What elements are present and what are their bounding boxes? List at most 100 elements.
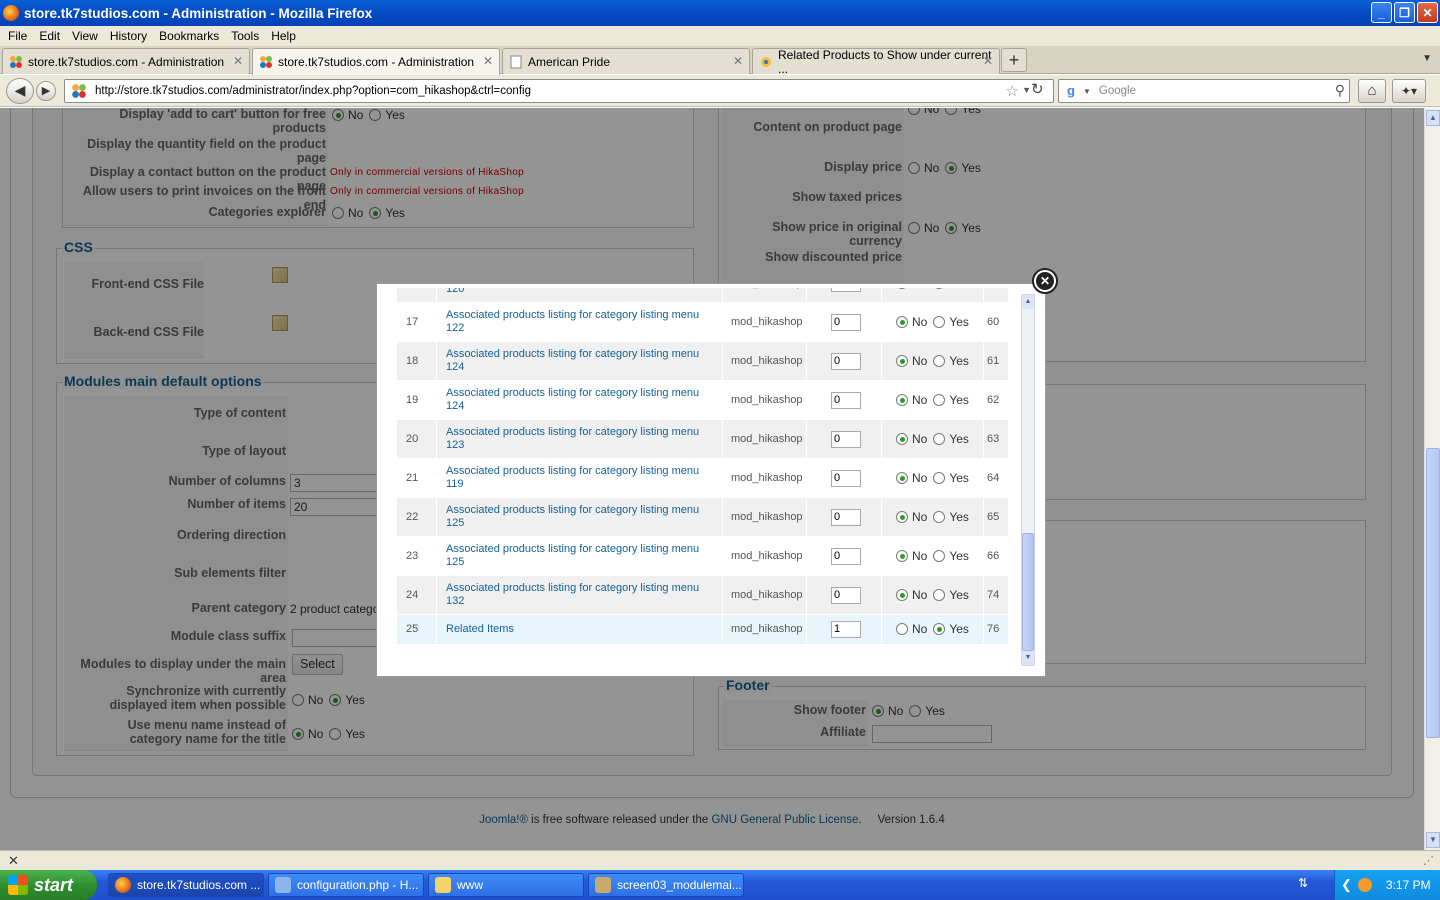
back-button[interactable]: ◀ — [6, 78, 34, 104]
radio-yes[interactable] — [933, 394, 946, 406]
google-icon[interactable]: g — [1063, 83, 1079, 99]
menu-bookmarks[interactable]: Bookmarks — [159, 29, 219, 43]
radio-yes[interactable] — [933, 511, 946, 523]
tab-list-dropdown-icon[interactable]: ▼ — [1422, 53, 1432, 64]
table-row[interactable]: 21 Associated products listing for catego… — [397, 459, 1009, 498]
radio-no[interactable] — [896, 316, 908, 328]
url-bar[interactable]: http://store.tk7studios.com/administrato… — [64, 79, 1054, 103]
scroll-up-icon[interactable]: ▲ — [1426, 110, 1440, 126]
tray-app-icon[interactable] — [1357, 878, 1372, 892]
menu-tools[interactable]: Tools — [231, 29, 259, 43]
radio-no[interactable] — [896, 394, 908, 406]
scroll-up-icon[interactable]: ▲ — [1022, 295, 1034, 309]
close-addon-bar-icon[interactable]: ✕ — [8, 853, 19, 869]
radio-no[interactable] — [896, 589, 908, 601]
scroll-thumb[interactable] — [1426, 448, 1440, 738]
table-row[interactable]: 23 Associated products listing for catego… — [397, 537, 1009, 576]
module-name-link[interactable]: Associated products listing for category… — [437, 576, 723, 614]
tray-expand-icon[interactable]: ❮ — [1341, 877, 1352, 893]
tab-american-pride[interactable]: American Pride ✕ — [502, 48, 750, 74]
module-name-link[interactable]: Associated products listing for category… — [437, 288, 723, 302]
module-name-link[interactable]: Associated products listing for category… — [437, 342, 723, 380]
close-tab-icon[interactable]: ✕ — [483, 54, 493, 68]
start-button[interactable]: start — [0, 870, 97, 900]
ordering-input[interactable]: 0 — [831, 430, 861, 448]
ordering-input[interactable]: 0 — [831, 508, 861, 526]
bookmark-star-icon[interactable]: ☆ — [1006, 82, 1019, 100]
radio-yes[interactable] — [933, 472, 946, 484]
ordering-input[interactable]: 0 — [831, 352, 861, 370]
table-row[interactable]: 19 Associated products listing for catego… — [397, 381, 1009, 420]
radio-no[interactable] — [896, 433, 908, 445]
module-name-link[interactable]: Associated products listing for category… — [437, 537, 723, 575]
radio-yes[interactable] — [933, 288, 946, 289]
tab-admin-1[interactable]: store.tk7studios.com - Administration ✕ — [2, 48, 250, 74]
scroll-down-icon[interactable]: ▼ — [1022, 651, 1034, 665]
resize-grip-icon[interactable]: ⋰ — [1423, 854, 1434, 867]
radio-yes[interactable] — [933, 589, 946, 601]
taskbar-item-screenshot[interactable]: screen03_modulemai... — [588, 873, 744, 897]
close-tab-icon[interactable]: ✕ — [733, 54, 743, 68]
menu-history[interactable]: History — [110, 29, 147, 43]
table-row[interactable]: 16Associated products listing for catego… — [397, 288, 1009, 303]
close-window-button[interactable]: ✕ — [1417, 2, 1438, 23]
close-tab-icon[interactable]: ✕ — [233, 54, 243, 68]
page-scrollbar[interactable]: ▲ ▼ — [1424, 108, 1440, 850]
module-name-link[interactable]: Associated products listing for category… — [437, 498, 723, 536]
tab-related-products[interactable]: Related Products to Show under current .… — [752, 48, 1000, 76]
radio-no[interactable] — [896, 550, 908, 562]
table-row[interactable]: 17 Associated products listing for catego… — [397, 303, 1009, 342]
taskbar-item-www[interactable]: www — [428, 873, 584, 897]
radio-no[interactable] — [896, 472, 908, 484]
tab-admin-2[interactable]: store.tk7studios.com - Administration ✕ — [252, 48, 500, 75]
ordering-input[interactable]: 1 — [831, 620, 861, 638]
radio-no[interactable] — [896, 355, 908, 367]
ordering-input[interactable]: 0 — [831, 586, 861, 604]
ordering-input[interactable]: 0 — [831, 288, 861, 292]
search-icon[interactable]: ⚲ — [1335, 82, 1345, 99]
addon-icon[interactable]: ✦▾ — [1392, 79, 1426, 103]
radio-no[interactable] — [896, 623, 908, 635]
url-dropdown-icon[interactable]: ▼ — [1022, 85, 1031, 95]
menu-view[interactable]: View — [72, 29, 98, 43]
radio-yes[interactable] — [933, 433, 946, 445]
table-row[interactable]: 20 Associated products listing for catego… — [397, 420, 1009, 459]
table-row[interactable]: 24 Associated products listing for catego… — [397, 576, 1009, 615]
close-tab-icon[interactable]: ✕ — [983, 54, 993, 68]
taskbar-item-configuration[interactable]: configuration.php - H... — [268, 873, 424, 897]
radio-yes[interactable] — [933, 550, 946, 562]
scroll-thumb[interactable] — [1022, 533, 1034, 651]
modal-close-button[interactable]: ✕ — [1032, 268, 1058, 294]
table-row[interactable]: 18 Associated products listing for catego… — [397, 342, 1009, 381]
radio-yes[interactable] — [933, 623, 946, 635]
scroll-down-icon[interactable]: ▼ — [1426, 832, 1440, 848]
reload-icon[interactable]: ↻ — [1031, 80, 1044, 98]
menu-file[interactable]: File — [8, 29, 27, 43]
ordering-input[interactable]: 0 — [831, 313, 861, 331]
module-name-link[interactable]: Related Items — [437, 615, 723, 643]
ordering-input[interactable]: 0 — [831, 391, 861, 409]
ordering-input[interactable]: 0 — [831, 547, 861, 565]
module-name-link[interactable]: Associated products listing for category… — [437, 420, 723, 458]
search-input[interactable]: g ▼ Google ⚲ — [1058, 79, 1350, 103]
radio-no[interactable] — [896, 511, 908, 523]
forward-button[interactable]: ▶ — [36, 81, 56, 101]
radio-yes[interactable] — [933, 316, 946, 328]
search-engine-dropdown-icon[interactable]: ▼ — [1083, 87, 1091, 96]
minimize-button[interactable]: _ — [1371, 2, 1392, 23]
radio-yes[interactable] — [933, 355, 946, 367]
table-row[interactable]: 22 Associated products listing for catego… — [397, 498, 1009, 537]
modal-scrollbar[interactable]: ▲ ▼ — [1021, 294, 1035, 666]
module-name-link[interactable]: Associated products listing for category… — [437, 303, 723, 341]
module-name-link[interactable]: Associated products listing for category… — [437, 459, 723, 497]
restore-button[interactable]: ❐ — [1394, 2, 1415, 23]
ordering-input[interactable]: 0 — [831, 469, 861, 487]
new-tab-button[interactable]: + — [1001, 48, 1027, 72]
home-icon[interactable]: ⌂ — [1358, 79, 1386, 103]
table-row[interactable]: 25 Related Items mod_hikashop 1 No Yes 76 — [397, 615, 1009, 645]
network-icon[interactable]: ⇅ — [1298, 876, 1308, 890]
menu-edit[interactable]: Edit — [39, 29, 60, 43]
module-name-link[interactable]: Associated products listing for category… — [437, 381, 723, 419]
menu-help[interactable]: Help — [271, 29, 296, 43]
radio-no[interactable] — [896, 288, 908, 289]
